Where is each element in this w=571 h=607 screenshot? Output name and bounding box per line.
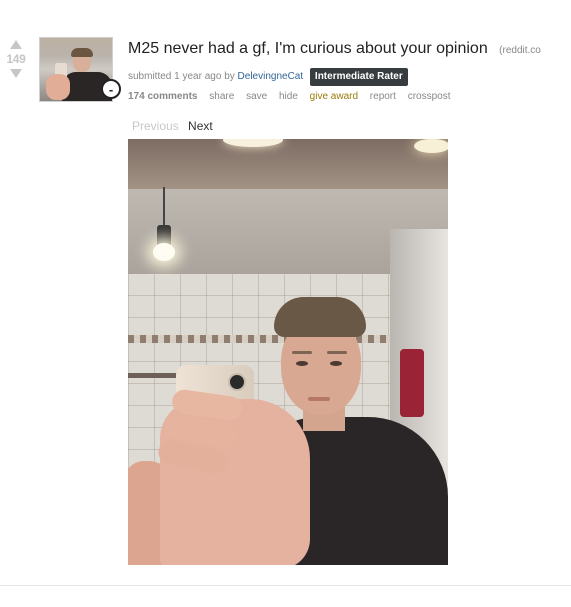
phone-camera-icon xyxy=(228,373,246,391)
photo-ceiling xyxy=(128,139,448,189)
submitted-label: submitted xyxy=(128,71,172,82)
lamp-bulb xyxy=(153,243,175,261)
person-brow-right xyxy=(327,351,347,354)
person-mouth xyxy=(308,397,330,401)
save-button[interactable]: save xyxy=(246,91,267,102)
gallery-next-button[interactable]: Next xyxy=(188,119,213,133)
post-title-row: M25 never had a gf, I'm curious about yo… xyxy=(128,40,541,58)
user-flair-badge: Intermediate Rater xyxy=(309,68,408,86)
person-eye-right xyxy=(330,361,342,366)
person-hair xyxy=(274,297,366,337)
collapse-expando-button[interactable]: - xyxy=(101,79,121,99)
share-button[interactable]: share xyxy=(209,91,234,102)
post-time: 1 year ago xyxy=(174,71,222,82)
vote-column: 149 xyxy=(4,40,28,78)
gallery-navigation: Previous Next xyxy=(132,119,213,133)
give-award-button[interactable]: give award xyxy=(310,91,358,102)
lamp-cord xyxy=(163,187,165,227)
hide-button[interactable]: hide xyxy=(279,91,298,102)
post-tagline: submitted 1 year ago by DelevingneCat In… xyxy=(128,68,408,86)
person-eye-left xyxy=(296,361,308,366)
person-brow-left xyxy=(292,351,312,354)
downvote-arrow-icon[interactable] xyxy=(10,69,22,78)
post-title-link[interactable]: M25 never had a gf, I'm curious about yo… xyxy=(128,40,488,57)
thumbnail-hair-shape xyxy=(71,48,93,57)
gallery-previous-button[interactable]: Previous xyxy=(132,119,179,133)
post-action-buttons: 174 comments share save hide give award … xyxy=(128,91,460,102)
by-label: by xyxy=(224,71,235,82)
red-towel xyxy=(400,349,424,417)
author-link[interactable]: DelevingneCat xyxy=(238,71,304,82)
thumbnail-hand-shape xyxy=(46,74,70,100)
upvote-arrow-icon[interactable] xyxy=(10,40,22,49)
divider xyxy=(0,585,571,586)
report-button[interactable]: report xyxy=(370,91,396,102)
post-score: 149 xyxy=(6,52,26,66)
comments-link[interactable]: 174 comments xyxy=(128,91,197,102)
post-domain[interactable]: (reddit.co xyxy=(499,45,541,56)
crosspost-button[interactable]: crosspost xyxy=(408,91,451,102)
ceiling-light-right xyxy=(414,139,448,153)
post-image[interactable] xyxy=(128,139,448,565)
